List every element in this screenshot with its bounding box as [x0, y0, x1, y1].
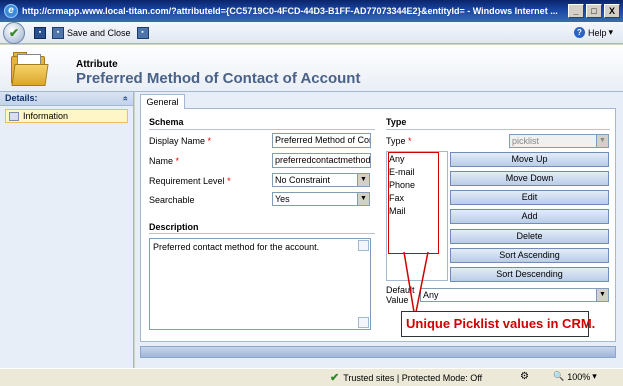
status-bar: ✔ Trusted sites | Protected Mode: Off ⚙ …: [0, 368, 623, 386]
security-zone[interactable]: ✔ Trusted sites | Protected Mode: Off: [330, 371, 482, 384]
zoom-level: 100%: [567, 371, 591, 382]
zoom-control[interactable]: 🔍 100% ▾: [553, 371, 597, 382]
tab-general[interactable]: General: [140, 94, 185, 109]
annotation-callout: Unique Picklist values in CRM.: [401, 311, 595, 337]
security-zone-text: Trusted sites | Protected Mode: Off: [343, 372, 483, 383]
checkmark-icon: ✔: [330, 372, 340, 384]
annotation-line-left: [403, 251, 415, 313]
tools-icon[interactable]: ⚙: [520, 371, 529, 382]
chevron-down-icon: ▾: [592, 371, 597, 381]
annotation-line-right: [415, 251, 429, 313]
magnifier-icon: 🔍: [553, 371, 565, 381]
